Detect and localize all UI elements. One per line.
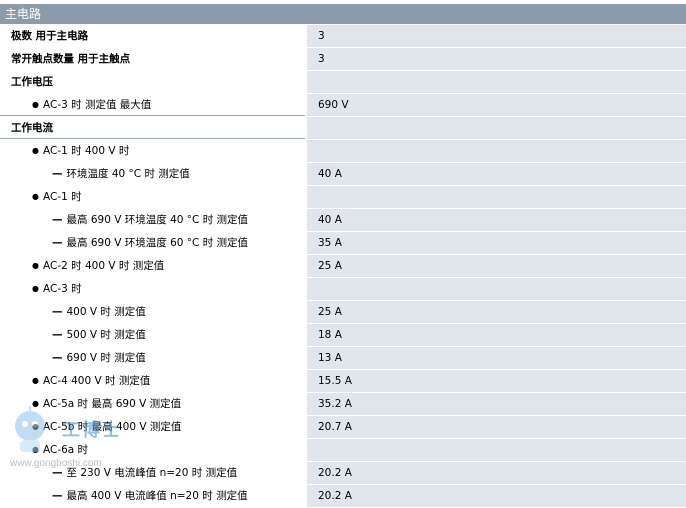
- section-title: 主电路: [5, 7, 42, 21]
- row-label: AC-2 时 400 V 时 测定值: [0, 255, 337, 277]
- row-label: 工作电流: [0, 117, 305, 139]
- table-row: AC-4 400 V 时 测定值15.5 A: [0, 370, 686, 393]
- table-row: 最高 690 V 环境温度 40 °C 时 测定值40 A: [0, 209, 686, 232]
- row-value: [307, 186, 686, 208]
- table-row: 400 V 时 测定值25 A: [0, 301, 686, 324]
- row-value: [307, 278, 686, 300]
- row-label: 常开触点数量 用于主触点: [0, 48, 316, 70]
- table-row: 常开触点数量 用于主触点 3: [0, 48, 686, 71]
- row-value: 20.7 A: [307, 416, 686, 438]
- row-label: 工作电压: [0, 71, 316, 93]
- row-label: AC-1 时 400 V 时: [0, 140, 337, 162]
- row-value: 40 A: [307, 163, 686, 185]
- table-row: 极数 用于主电路 3: [0, 25, 686, 48]
- watermark-brand: 工博士: [62, 420, 122, 441]
- watermark-logo: 工博士 www.gongboshi.com: [6, 404, 156, 474]
- row-label: AC-3 时 测定值 最大值: [0, 94, 305, 116]
- row-value: 40 A: [307, 209, 686, 231]
- row-label: 环境温度 40 °C 时 测定值: [0, 163, 357, 185]
- row-label: 500 V 时 测定值: [0, 324, 357, 346]
- table-row: AC-1 时 400 V 时: [0, 140, 686, 163]
- row-value: 20.2 A: [307, 462, 686, 484]
- row-value: 13 A: [307, 347, 686, 369]
- table-row: AC-3 时: [0, 278, 686, 301]
- section-header: 主电路: [0, 4, 686, 24]
- table-row: 500 V 时 测定值18 A: [0, 324, 686, 347]
- row-value: [307, 439, 686, 461]
- watermark-domain: www.gongboshi.com: [10, 458, 102, 469]
- row-value: 20.2 A: [307, 485, 686, 507]
- row-value: 35.2 A: [307, 393, 686, 415]
- table-row: 工作电压: [0, 71, 686, 94]
- row-label: AC-4 400 V 时 测定值: [0, 370, 337, 392]
- table-row: 工作电流: [0, 117, 686, 140]
- row-label: AC-1 时: [0, 186, 337, 208]
- table-row: 环境温度 40 °C 时 测定值40 A: [0, 163, 686, 186]
- table-row: AC-1 时: [0, 186, 686, 209]
- row-label: 最高 690 V 环境温度 60 °C 时 测定值: [0, 232, 357, 254]
- row-value: 25 A: [307, 255, 686, 277]
- row-label: AC-3 时: [0, 278, 337, 300]
- row-label: 400 V 时 测定值: [0, 301, 357, 323]
- row-value: 18 A: [307, 324, 686, 346]
- row-value: [307, 117, 686, 139]
- row-label: 最高 690 V 环境温度 40 °C 时 测定值: [0, 209, 357, 231]
- row-value: 690 V: [307, 94, 686, 116]
- row-value: [307, 140, 686, 162]
- row-label: 最高 400 V 电流峰值 n=20 时 测定值: [0, 485, 357, 507]
- row-value: 15.5 A: [307, 370, 686, 392]
- table-row: 690 V 时 测定值13 A: [0, 347, 686, 370]
- row-value: [307, 71, 686, 93]
- row-value: 35 A: [307, 232, 686, 254]
- robot-mascot-icon: [15, 406, 45, 452]
- row-label: 690 V 时 测定值: [0, 347, 357, 369]
- row-value: 3: [307, 25, 686, 47]
- row-value: 25 A: [307, 301, 686, 323]
- table-row: AC-3 时 测定值 最大值690 V: [0, 94, 686, 117]
- row-label: 极数 用于主电路: [0, 25, 316, 47]
- table-row: 最高 400 V 电流峰值 n=20 时 测定值20.2 A: [0, 485, 686, 508]
- table-row: AC-2 时 400 V 时 测定值25 A: [0, 255, 686, 278]
- row-value: 3: [307, 48, 686, 70]
- table-row: 最高 690 V 环境温度 60 °C 时 测定值35 A: [0, 232, 686, 255]
